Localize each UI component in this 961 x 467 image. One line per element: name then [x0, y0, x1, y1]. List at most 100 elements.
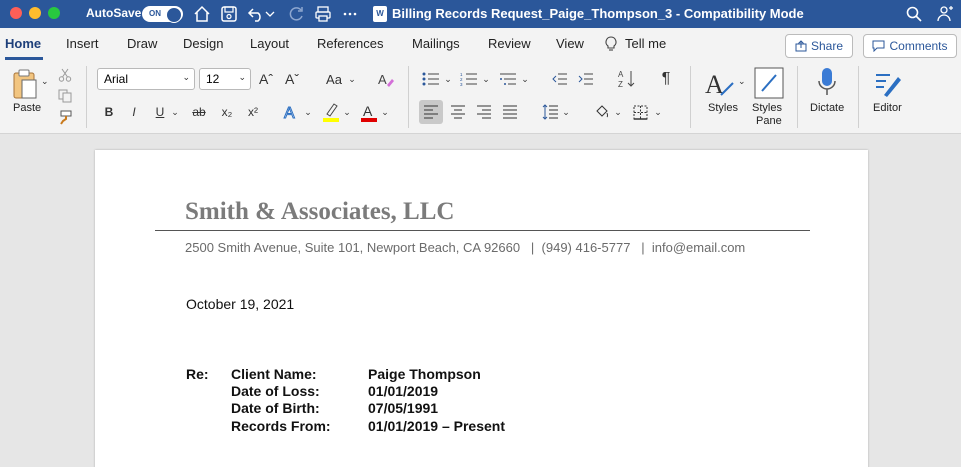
field-label-date-of-loss: Date of Loss:: [231, 383, 320, 399]
field-label-client-name: Client Name:: [231, 366, 317, 382]
tab-review[interactable]: Review: [488, 36, 531, 51]
shading-icon[interactable]: [592, 100, 612, 124]
shrink-font-button[interactable]: Aˇ: [282, 70, 302, 88]
svg-text:A: A: [363, 103, 373, 119]
home-icon[interactable]: [192, 4, 212, 24]
tab-insert[interactable]: Insert: [66, 36, 99, 51]
editor-label: Editor: [873, 102, 902, 114]
paste-dropdown-caret[interactable]: ⌄: [41, 76, 49, 87]
numbering-icon[interactable]: 123: [458, 70, 480, 88]
tab-layout[interactable]: Layout: [250, 36, 289, 51]
numbering-dropdown[interactable]: ⌄: [481, 70, 491, 88]
align-right-icon[interactable]: [472, 100, 496, 124]
svg-text:A: A: [284, 105, 295, 121]
font-name-select[interactable]: Arial ⌄: [97, 68, 195, 90]
paste-label: Paste: [13, 102, 42, 114]
subscript-button[interactable]: x₂: [218, 102, 236, 122]
shading-dropdown[interactable]: ⌄: [613, 102, 623, 122]
save-icon[interactable]: [219, 4, 239, 24]
text-effects-dropdown[interactable]: ⌄: [303, 102, 313, 122]
styles-label: Styles: [708, 102, 738, 114]
microphone-icon[interactable]: [812, 66, 842, 100]
tab-home[interactable]: Home: [5, 36, 41, 51]
styles-pane-label-line1: Styles: [752, 102, 782, 114]
increase-indent-icon[interactable]: [576, 70, 596, 88]
tab-mailings[interactable]: Mailings: [412, 36, 460, 51]
ribbon-separator: [408, 66, 409, 128]
format-painter-icon[interactable]: [56, 108, 74, 126]
tell-me-search[interactable]: Tell me: [625, 36, 666, 51]
document-page[interactable]: Smith & Associates, LLC 2500 Smith Avenu…: [95, 150, 868, 467]
svg-text:Z: Z: [618, 80, 623, 89]
borders-icon[interactable]: [630, 100, 650, 124]
clear-formatting-icon[interactable]: A: [375, 69, 395, 89]
comments-label: Comments: [889, 39, 948, 53]
underline-button[interactable]: U: [152, 102, 168, 122]
bold-button[interactable]: B: [101, 102, 117, 122]
cut-icon[interactable]: [56, 66, 74, 84]
clipboard-icon: [13, 69, 37, 99]
ribbon-separator: [858, 66, 859, 128]
field-value-date-of-loss: 01/01/2019: [368, 383, 439, 399]
highlight-dropdown[interactable]: ⌄: [342, 102, 352, 122]
more-options-icon[interactable]: [340, 4, 360, 24]
multilevel-list-dropdown[interactable]: ⌄: [520, 70, 530, 88]
tab-draw[interactable]: Draw: [127, 36, 157, 51]
bullets-dropdown[interactable]: ⌄: [443, 70, 453, 88]
autosave-label: AutoSave: [86, 6, 142, 20]
close-window-button[interactable]: [10, 7, 22, 19]
underline-dropdown[interactable]: ⌄: [170, 102, 180, 122]
tab-design[interactable]: Design: [183, 36, 223, 51]
redo-icon[interactable]: [286, 4, 306, 24]
copy-icon[interactable]: [56, 87, 74, 105]
autosave-toggle[interactable]: ON: [142, 6, 183, 23]
strikethrough-button[interactable]: ab: [189, 102, 209, 122]
minimize-window-button[interactable]: [29, 7, 41, 19]
font-color-icon[interactable]: A: [358, 100, 380, 124]
field-label-records-from: Records From:: [231, 418, 331, 434]
change-case-button[interactable]: Aa: [321, 70, 347, 88]
line-spacing-dropdown[interactable]: ⌄: [561, 102, 571, 122]
grow-font-button[interactable]: Aˆ: [256, 70, 276, 88]
tab-view[interactable]: View: [556, 36, 584, 51]
share-people-icon[interactable]: [935, 4, 955, 24]
superscript-button[interactable]: x²: [244, 102, 262, 122]
undo-icon[interactable]: [246, 4, 266, 24]
lightbulb-icon: [605, 36, 617, 51]
align-center-icon[interactable]: [446, 100, 470, 124]
highlight-icon[interactable]: [320, 100, 342, 124]
change-case-dropdown[interactable]: ⌄: [347, 70, 357, 88]
styles-gallery-icon[interactable]: A: [702, 66, 738, 102]
search-icon[interactable]: [904, 4, 924, 24]
share-button[interactable]: Share: [785, 34, 853, 58]
font-size-select[interactable]: 12 ⌄: [199, 68, 251, 90]
ribbon-separator: [690, 66, 691, 128]
comments-button[interactable]: Comments: [863, 34, 957, 58]
italic-button[interactable]: I: [126, 102, 142, 122]
paste-button[interactable]: [8, 68, 44, 102]
decrease-indent-icon[interactable]: [550, 70, 570, 88]
comment-bubble-icon: [872, 40, 885, 52]
ribbon-separator: [797, 66, 798, 128]
undo-dropdown-icon[interactable]: [264, 4, 276, 24]
styles-pane-icon[interactable]: [754, 66, 784, 100]
print-icon[interactable]: [313, 4, 333, 24]
line-spacing-icon[interactable]: [540, 100, 560, 124]
chevron-down-icon: ⌄: [182, 72, 190, 82]
bullets-icon[interactable]: [420, 70, 442, 88]
ribbon-separator: [86, 66, 87, 128]
tab-references[interactable]: References: [317, 36, 383, 51]
sort-icon[interactable]: AZ: [616, 68, 636, 90]
styles-dropdown-caret[interactable]: ⌄: [738, 76, 746, 87]
font-color-dropdown[interactable]: ⌄: [380, 102, 390, 122]
editor-icon[interactable]: [871, 66, 903, 100]
field-value-date-of-birth: 07/05/1991: [368, 400, 439, 416]
borders-dropdown[interactable]: ⌄: [653, 102, 663, 122]
text-effects-icon[interactable]: A: [280, 102, 302, 122]
show-formatting-marks-icon[interactable]: ¶: [656, 68, 676, 90]
multilevel-list-icon[interactable]: [497, 70, 519, 88]
justify-icon[interactable]: [498, 100, 522, 124]
zoom-window-button[interactable]: [48, 7, 60, 19]
font-name-value: Arial: [104, 72, 129, 86]
align-left-icon[interactable]: [419, 100, 443, 124]
